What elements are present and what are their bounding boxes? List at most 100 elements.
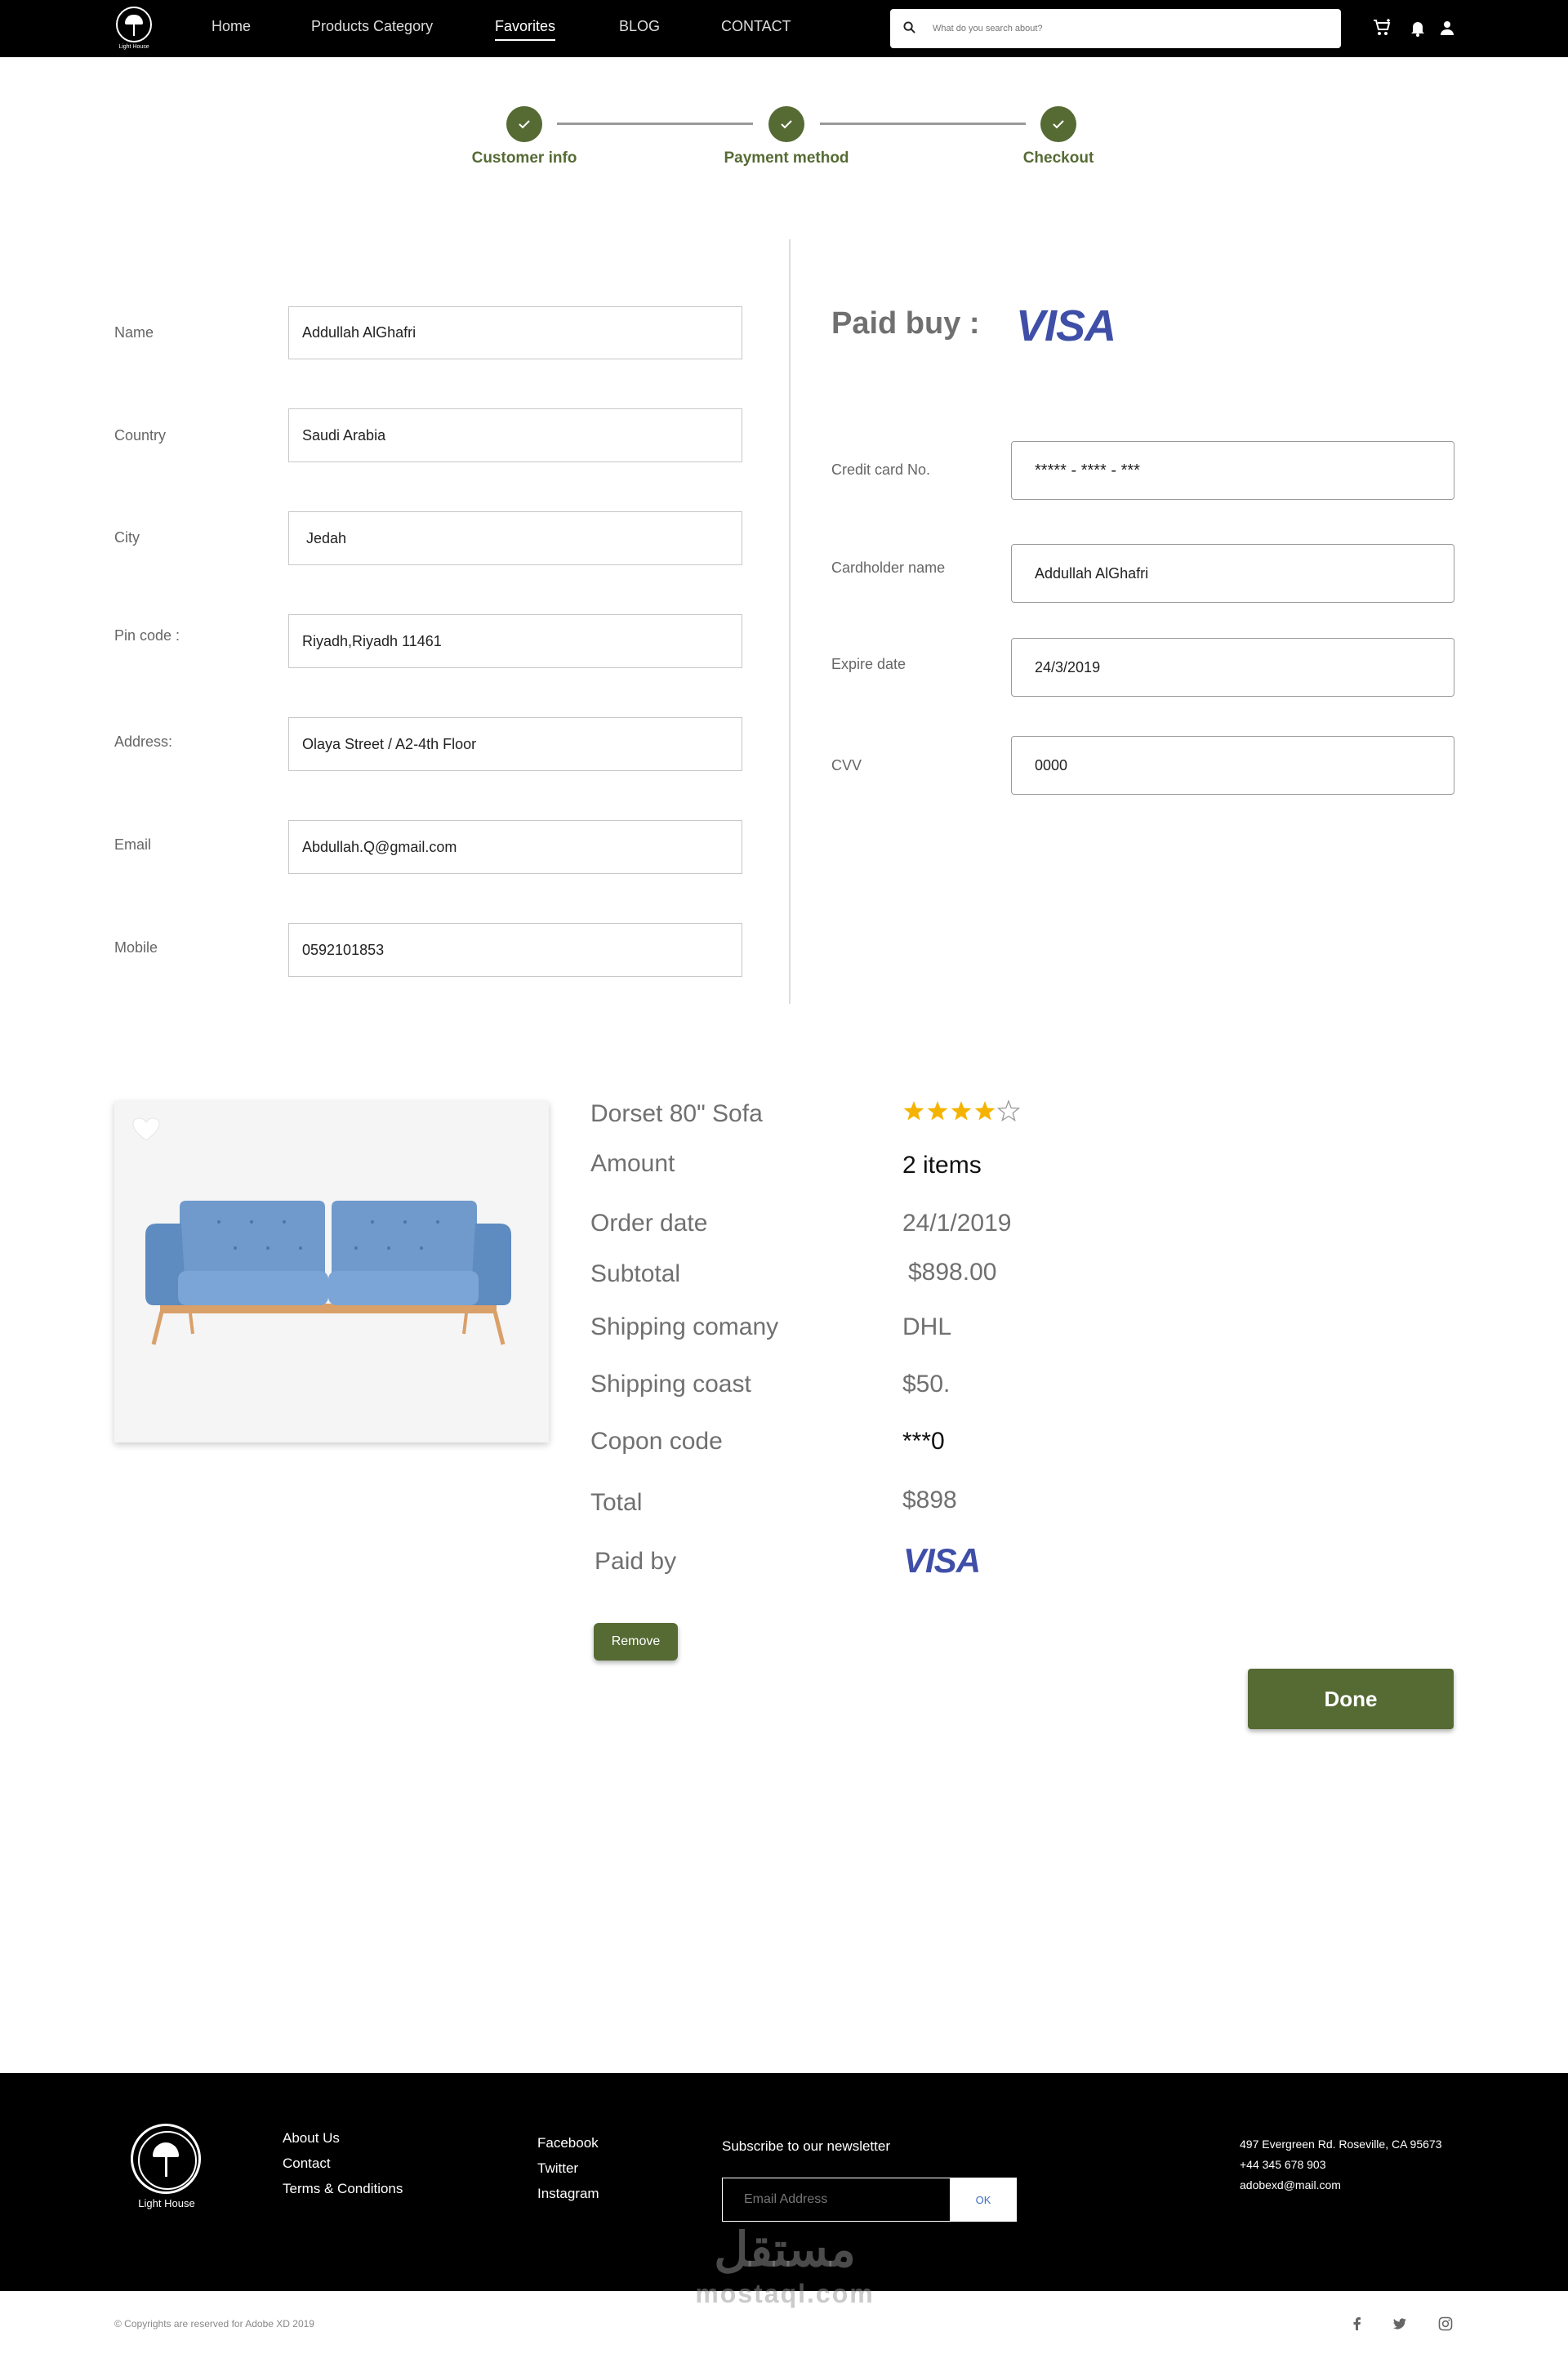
total-label: Total <box>590 1489 643 1516</box>
visa-logo: VISA <box>1016 301 1116 350</box>
top-nav-bar: Light House Home Products Category Favor… <box>0 0 1568 57</box>
sofa-image <box>145 1201 511 1345</box>
search-icon <box>903 21 915 33</box>
shipping-cost-value: $50. <box>902 1371 951 1398</box>
coupon-code-value: ***0 <box>902 1428 945 1455</box>
address-input[interactable] <box>288 717 742 771</box>
paid-buy-title: Paid buy : <box>831 306 980 341</box>
expire-date-label: Expire date <box>831 656 906 672</box>
remove-button[interactable]: Remove <box>594 1623 678 1661</box>
email-label: Email <box>114 836 152 853</box>
shipping-cost-label: Shipping coast <box>590 1371 751 1398</box>
done-button[interactable]: Done <box>1248 1669 1454 1729</box>
shipping-company-value: DHL <box>902 1313 952 1340</box>
logo[interactable]: Light House <box>113 7 155 52</box>
watermark-latin: mostaql.com <box>695 2279 875 2308</box>
star-icon <box>951 1101 972 1121</box>
lamp-pole <box>165 2156 167 2177</box>
footer-logo-caption: Light House <box>138 2197 195 2209</box>
product-name: Dorset 80" Sofa <box>590 1100 763 1127</box>
expire-date-input[interactable] <box>1011 638 1454 697</box>
footer-address: 497 Evergreen Rd. Roseville, CA 95673 <box>1240 2138 1442 2151</box>
check-icon <box>1053 120 1064 129</box>
country-label: Country <box>114 427 167 444</box>
nav-contact[interactable]: CONTACT <box>721 18 791 35</box>
product-card[interactable] <box>114 1101 549 1442</box>
nav-favorites[interactable]: Favorites <box>495 18 556 41</box>
step-customer-info[interactable] <box>506 106 542 142</box>
footer-link-facebook[interactable]: Facebook <box>537 2135 599 2151</box>
check-icon <box>781 120 792 129</box>
order-date-label: Order date <box>590 1210 708 1237</box>
cvv-label: CVV <box>831 757 862 774</box>
step-checkout[interactable] <box>1040 106 1076 142</box>
search-bar[interactable] <box>890 9 1341 48</box>
bell-icon[interactable] <box>1408 18 1428 38</box>
footer-link-twitter[interactable]: Twitter <box>537 2160 578 2177</box>
coupon-code-label: Copon code <box>590 1428 723 1455</box>
email-input[interactable] <box>288 820 742 874</box>
name-label: Name <box>114 324 154 341</box>
footer-link-about-us[interactable]: About Us <box>283 2130 340 2147</box>
city-label: City <box>114 529 140 546</box>
footer-email[interactable]: adobexd@mail.com <box>1240 2178 1341 2191</box>
footer-phone: +44 345 678 903 <box>1240 2158 1326 2171</box>
search-input[interactable] <box>933 19 1325 38</box>
rating-stars <box>903 1099 1021 1122</box>
lamp-pole <box>133 23 135 36</box>
credit-card-input[interactable] <box>1011 441 1454 500</box>
shipping-company-label: Shipping comany <box>590 1313 779 1340</box>
paid-by-label: Paid by <box>595 1548 677 1575</box>
star-icon <box>974 1101 996 1121</box>
logo-caption: Light House <box>118 44 149 50</box>
section-divider <box>789 239 791 1004</box>
cardholder-name-input[interactable] <box>1011 544 1454 603</box>
mobile-input[interactable] <box>288 923 742 977</box>
amount-value: 2 items <box>902 1152 982 1179</box>
footer-link-terms[interactable]: Terms & Conditions <box>283 2181 403 2197</box>
step-connector <box>820 123 1026 125</box>
instagram-icon[interactable] <box>1437 2316 1454 2332</box>
cvv-input[interactable] <box>1011 736 1454 795</box>
nav-products-category[interactable]: Products Category <box>311 18 433 35</box>
credit-card-label: Credit card No. <box>831 461 931 478</box>
amount-label: Amount <box>590 1150 675 1177</box>
star-icon <box>996 1099 1021 1122</box>
footer-logo[interactable] <box>131 2124 201 2194</box>
step-label-payment-method: Payment method <box>724 149 849 167</box>
visa-logo: VISA <box>903 1541 981 1580</box>
pin-code-input[interactable] <box>288 614 742 668</box>
cardholder-name-label: Cardholder name <box>831 560 946 576</box>
step-label-customer-info: Customer info <box>471 149 577 167</box>
footer-link-instagram[interactable]: Instagram <box>537 2186 599 2202</box>
watermark: مستقل mostaql.com <box>691 2222 879 2312</box>
nav-blog[interactable]: BLOG <box>619 18 660 35</box>
nav-home[interactable]: Home <box>212 18 251 35</box>
heart-icon[interactable] <box>132 1117 160 1142</box>
twitter-icon[interactable] <box>1392 2316 1408 2332</box>
step-payment-method[interactable] <box>768 106 804 142</box>
subtotal-value: $898.00 <box>908 1259 997 1286</box>
user-icon[interactable] <box>1437 18 1457 38</box>
country-input[interactable] <box>288 408 742 462</box>
order-date-value: 24/1/2019 <box>902 1210 1012 1237</box>
city-input[interactable] <box>288 511 742 565</box>
star-icon <box>903 1101 924 1121</box>
name-input[interactable] <box>288 306 742 359</box>
star-icon <box>927 1101 948 1121</box>
facebook-icon[interactable] <box>1349 2316 1365 2332</box>
footer-link-contact[interactable]: Contact <box>283 2156 331 2172</box>
check-icon <box>519 120 530 129</box>
pin-code-label: Pin code : <box>114 627 180 644</box>
newsletter-title: Subscribe to our newsletter <box>722 2138 890 2154</box>
mobile-label: Mobile <box>114 939 158 956</box>
watermark-arabic: مستقل <box>714 2223 856 2276</box>
subtotal-label: Subtotal <box>590 1260 681 1287</box>
step-connector <box>557 123 753 125</box>
total-value: $898 <box>902 1487 957 1514</box>
step-label-checkout: Checkout <box>1022 149 1094 167</box>
newsletter-ok-button[interactable]: OK <box>950 2178 1017 2222</box>
cart-icon[interactable] <box>1372 18 1392 38</box>
address-label: Address: <box>114 733 173 750</box>
newsletter-email-input[interactable] <box>722 2178 951 2222</box>
